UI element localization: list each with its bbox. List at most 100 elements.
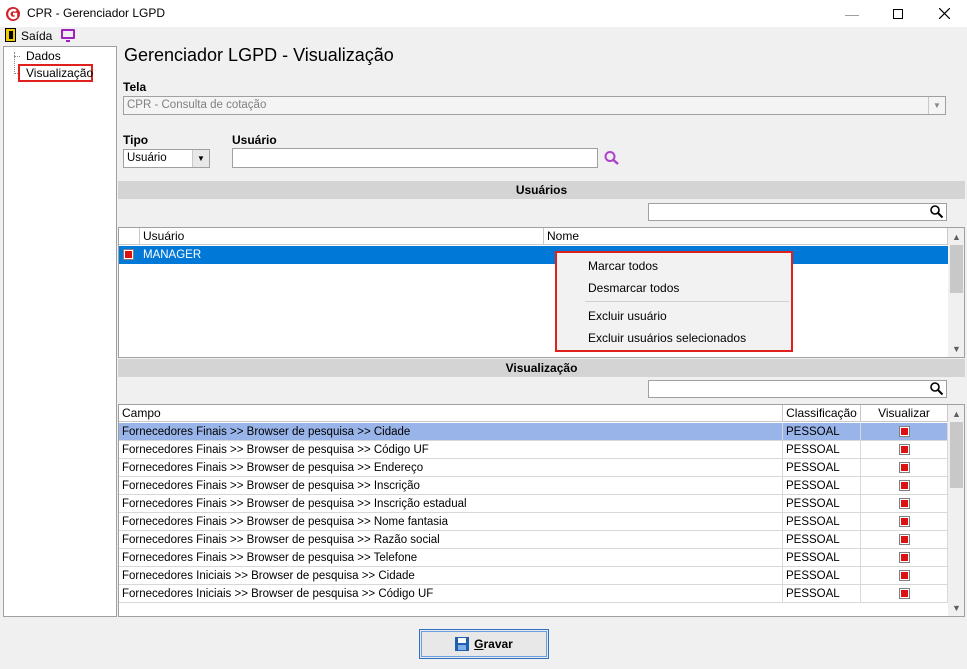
classificacao-cell: PESSOAL	[783, 567, 861, 585]
save-button[interactable]: Gravar	[419, 629, 549, 659]
tree-item-visualizacao[interactable]: Visualização	[26, 66, 93, 80]
chevron-down-icon: ▼	[928, 97, 945, 114]
table-row[interactable]: Fornecedores Finais >> Browser de pesqui…	[119, 423, 948, 441]
toolbar	[0, 27, 967, 45]
visualizar-cell	[861, 459, 948, 477]
visualizar-cell	[861, 567, 948, 585]
navigation-tree	[3, 46, 117, 617]
monitor-icon[interactable]	[61, 29, 75, 42]
classificacao-cell: PESSOAL	[783, 513, 861, 531]
users-row-usuario: MANAGER	[143, 249, 202, 261]
campo-cell: Fornecedores Iniciais >> Browser de pesq…	[119, 567, 783, 585]
visualizar-cell	[861, 441, 948, 459]
visualizar-cell	[861, 531, 948, 549]
users-grid: Usuário Nome MANAGER ▲ ▼	[118, 227, 965, 358]
visualizar-checkbox[interactable]	[899, 570, 910, 581]
visualizar-cell	[861, 477, 948, 495]
table-row[interactable]: Fornecedores Finais >> Browser de pesqui…	[119, 441, 948, 459]
visualizar-cell	[861, 585, 948, 603]
visualizar-checkbox[interactable]	[899, 426, 910, 437]
tela-label: Tela	[123, 80, 147, 94]
table-row[interactable]: Fornecedores Iniciais >> Browser de pesq…	[119, 585, 948, 603]
scroll-thumb[interactable]	[950, 245, 963, 293]
classificacao-cell: PESSOAL	[783, 423, 861, 441]
users-grid-check-header	[119, 228, 140, 245]
visualizar-cell	[861, 495, 948, 513]
table-row[interactable]: Fornecedores Finais >> Browser de pesqui…	[119, 459, 948, 477]
menu-item-marcar-todos[interactable]: Marcar todos	[588, 259, 658, 273]
users-section-header: Usuários	[118, 181, 965, 199]
search-icon[interactable]	[603, 150, 621, 169]
users-grid-header-usuario[interactable]: Usuário	[140, 228, 544, 245]
table-row[interactable]: MANAGER	[119, 246, 948, 264]
visualizar-cell	[861, 549, 948, 567]
view-grid-header-campo[interactable]: Campo	[119, 405, 783, 422]
visualizar-cell	[861, 423, 948, 441]
table-row[interactable]: Fornecedores Finais >> Browser de pesqui…	[119, 549, 948, 567]
classificacao-cell: PESSOAL	[783, 459, 861, 477]
table-row[interactable]: Fornecedores Iniciais >> Browser de pesq…	[119, 567, 948, 585]
table-row[interactable]: Fornecedores Finais >> Browser de pesqui…	[119, 531, 948, 549]
scroll-down-icon[interactable]: ▼	[948, 340, 964, 357]
campo-cell: Fornecedores Iniciais >> Browser de pesq…	[119, 585, 783, 603]
classificacao-cell: PESSOAL	[783, 495, 861, 513]
tree-item-dados[interactable]: Dados	[26, 49, 61, 63]
context-menu: Marcar todos Desmarcar todos Excluir usu…	[555, 251, 793, 352]
exit-button[interactable]: Saída	[21, 29, 52, 43]
usuario-label: Usuário	[232, 133, 277, 147]
visualizar-checkbox[interactable]	[899, 462, 910, 473]
scroll-up-icon[interactable]: ▲	[948, 228, 964, 245]
campo-cell: Fornecedores Finais >> Browser de pesqui…	[119, 513, 783, 531]
campo-cell: Fornecedores Finais >> Browser de pesqui…	[119, 441, 783, 459]
search-icon[interactable]	[929, 381, 944, 399]
window-title: CPR - Gerenciador LGPD	[27, 6, 166, 20]
menu-separator	[585, 301, 789, 302]
page-title: Gerenciador LGPD - Visualização	[124, 45, 394, 65]
visualizar-checkbox[interactable]	[899, 552, 910, 563]
visualizar-checkbox[interactable]	[899, 534, 910, 545]
search-icon[interactable]	[929, 204, 944, 222]
campo-cell: Fornecedores Finais >> Browser de pesqui…	[119, 477, 783, 495]
floppy-disk-icon	[455, 637, 470, 651]
classificacao-cell: PESSOAL	[783, 585, 861, 603]
view-grid-header-visualizar[interactable]: Visualizar	[861, 405, 948, 422]
users-grid-header-nome[interactable]: Nome	[544, 228, 948, 245]
scroll-thumb[interactable]	[950, 422, 963, 488]
users-grid-scrollbar[interactable]: ▲ ▼	[948, 228, 964, 357]
view-grid-header-classificacao[interactable]: Classificação	[783, 405, 861, 422]
usuario-input[interactable]	[232, 148, 598, 168]
row-checkbox[interactable]	[123, 249, 134, 260]
menu-item-excluir-selecionados[interactable]: Excluir usuários selecionados	[588, 331, 746, 345]
campo-cell: Fornecedores Finais >> Browser de pesqui…	[119, 549, 783, 567]
visualizar-checkbox[interactable]	[899, 444, 910, 455]
visualizar-cell	[861, 513, 948, 531]
tela-select-value: CPR - Consulta de cotação	[127, 99, 267, 111]
tela-select[interactable]: CPR - Consulta de cotação ▼	[123, 96, 946, 115]
view-section-header: Visualização	[118, 359, 965, 377]
users-filter-input[interactable]	[648, 203, 947, 221]
tipo-select-value: Usuário	[127, 152, 167, 164]
scroll-up-icon[interactable]: ▲	[948, 405, 964, 422]
app-logo-icon	[5, 6, 21, 22]
menu-item-desmarcar-todos[interactable]: Desmarcar todos	[588, 281, 679, 295]
menu-item-excluir-usuario[interactable]: Excluir usuário	[588, 309, 667, 323]
classificacao-cell: PESSOAL	[783, 531, 861, 549]
close-button[interactable]	[921, 0, 967, 27]
tipo-select[interactable]: Usuário ▼	[123, 149, 210, 168]
table-row[interactable]: Fornecedores Finais >> Browser de pesqui…	[119, 513, 948, 531]
scroll-down-icon[interactable]: ▼	[948, 599, 964, 616]
exit-icon[interactable]	[5, 28, 16, 42]
campo-cell: Fornecedores Finais >> Browser de pesqui…	[119, 459, 783, 477]
classificacao-cell: PESSOAL	[783, 549, 861, 567]
visualizar-checkbox[interactable]	[899, 498, 910, 509]
view-grid-scrollbar[interactable]: ▲ ▼	[948, 405, 964, 616]
minimize-button[interactable]: —	[829, 0, 875, 27]
visualizar-checkbox[interactable]	[899, 480, 910, 491]
table-row[interactable]: Fornecedores Finais >> Browser de pesqui…	[119, 495, 948, 513]
campo-cell: Fornecedores Finais >> Browser de pesqui…	[119, 423, 783, 441]
view-filter-input[interactable]	[648, 380, 947, 398]
visualizar-checkbox[interactable]	[899, 516, 910, 527]
maximize-button[interactable]	[875, 0, 921, 27]
table-row[interactable]: Fornecedores Finais >> Browser de pesqui…	[119, 477, 948, 495]
visualizar-checkbox[interactable]	[899, 588, 910, 599]
